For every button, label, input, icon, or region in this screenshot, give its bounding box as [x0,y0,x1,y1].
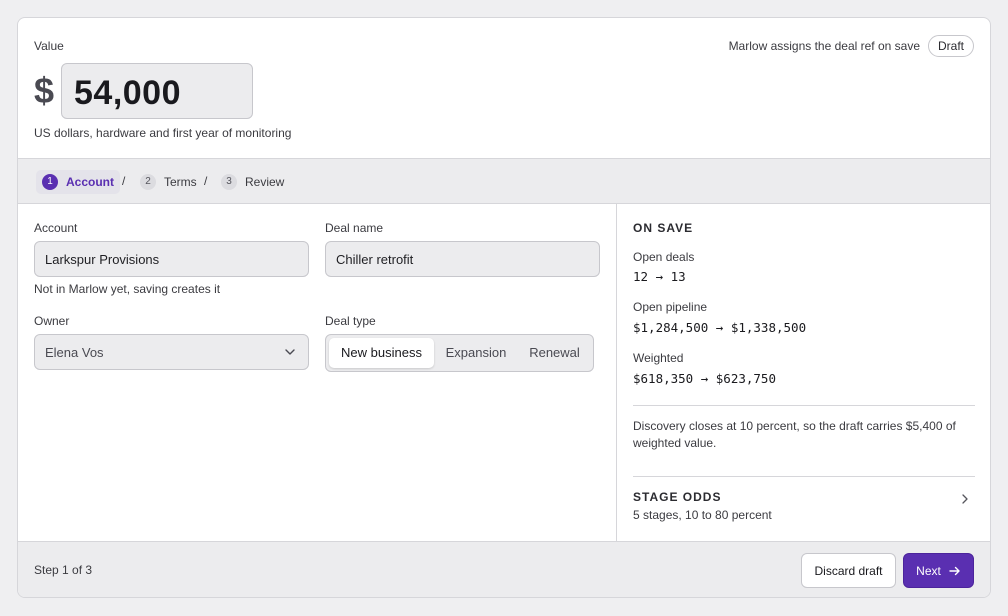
deal-type-renewal[interactable]: Renewal [518,338,591,368]
panel-title: ON SAVE [633,221,694,235]
deal-ref-note: Marlow assigns the deal ref on save [728,39,920,53]
deal-name-label: Deal name [325,221,384,235]
metric-label-open-pipeline: Open pipeline [633,300,708,314]
deal-form-card: Value $ 54,000 US dollars, hardware and … [17,17,991,598]
deal-value-input[interactable]: 54,000 [61,63,253,119]
account-hint: Not in Marlow yet, saving creates it [34,282,221,296]
deal-type-segmented-control: New business Expansion Renewal [325,334,594,372]
currency-symbol: $ [34,70,55,111]
stage-odds-subtitle: 5 stages, 10 to 80 percent [633,508,772,522]
metric-label-open-deals: Open deals [633,250,695,264]
step-label: Account [66,175,114,189]
arrow-right-icon [949,566,960,575]
form-footer: Step 1 of 3 Discard draft Next [18,541,990,597]
on-save-panel: ON SAVE Open deals 12 → 13 Open pipeline… [616,204,990,541]
owner-value: Elena Vos [45,345,104,360]
stage-odds-title: STAGE ODDS [633,490,722,504]
wizard-stepper: 1 Account / 2 Terms / 3 Review [18,158,990,204]
step-label: Review [245,175,285,189]
chevron-right-icon [962,494,968,504]
account-label: Account [34,221,78,235]
divider [633,405,975,406]
value-help-text: US dollars, hardware and first year of m… [34,126,292,140]
step-account[interactable]: 1 Account [36,170,120,194]
next-button[interactable]: Next [903,553,974,588]
account-input[interactable]: Larkspur Provisions [34,241,309,277]
step-number: 1 [42,174,58,190]
owner-select[interactable]: Elena Vos [34,334,309,370]
step-label: Terms [164,175,197,189]
step-review[interactable]: 3 Review [221,170,284,194]
metric-value-open-deals: 12 → 13 [633,269,686,284]
deal-type-expansion[interactable]: Expansion [438,338,514,368]
step-count: Step 1 of 3 [34,563,93,577]
step-number: 2 [140,174,156,190]
chevron-down-icon [285,349,295,355]
next-label: Next [916,563,941,578]
weighted-value-note: Discovery closes at 10 percent, so the d… [633,419,956,450]
deal-type-label: Deal type [325,314,376,328]
metric-value-weighted: $618,350 → $623,750 [633,371,776,386]
status-badge: Draft [927,35,974,57]
value-label: Value [34,39,64,53]
step-terms[interactable]: 2 Terms [140,170,197,194]
deal-type-new-business[interactable]: New business [329,338,434,368]
discard-draft-button[interactable]: Discard draft [801,553,896,588]
step-separator: / [122,174,126,188]
deal-name-input[interactable]: Chiller retrofit [325,241,600,277]
metric-label-weighted: Weighted [633,351,684,365]
divider [633,476,975,477]
owner-label: Owner [34,314,70,328]
metric-value-open-pipeline: $1,284,500 → $1,338,500 [633,320,807,335]
step-number: 3 [221,174,237,190]
step-separator: / [204,174,208,188]
